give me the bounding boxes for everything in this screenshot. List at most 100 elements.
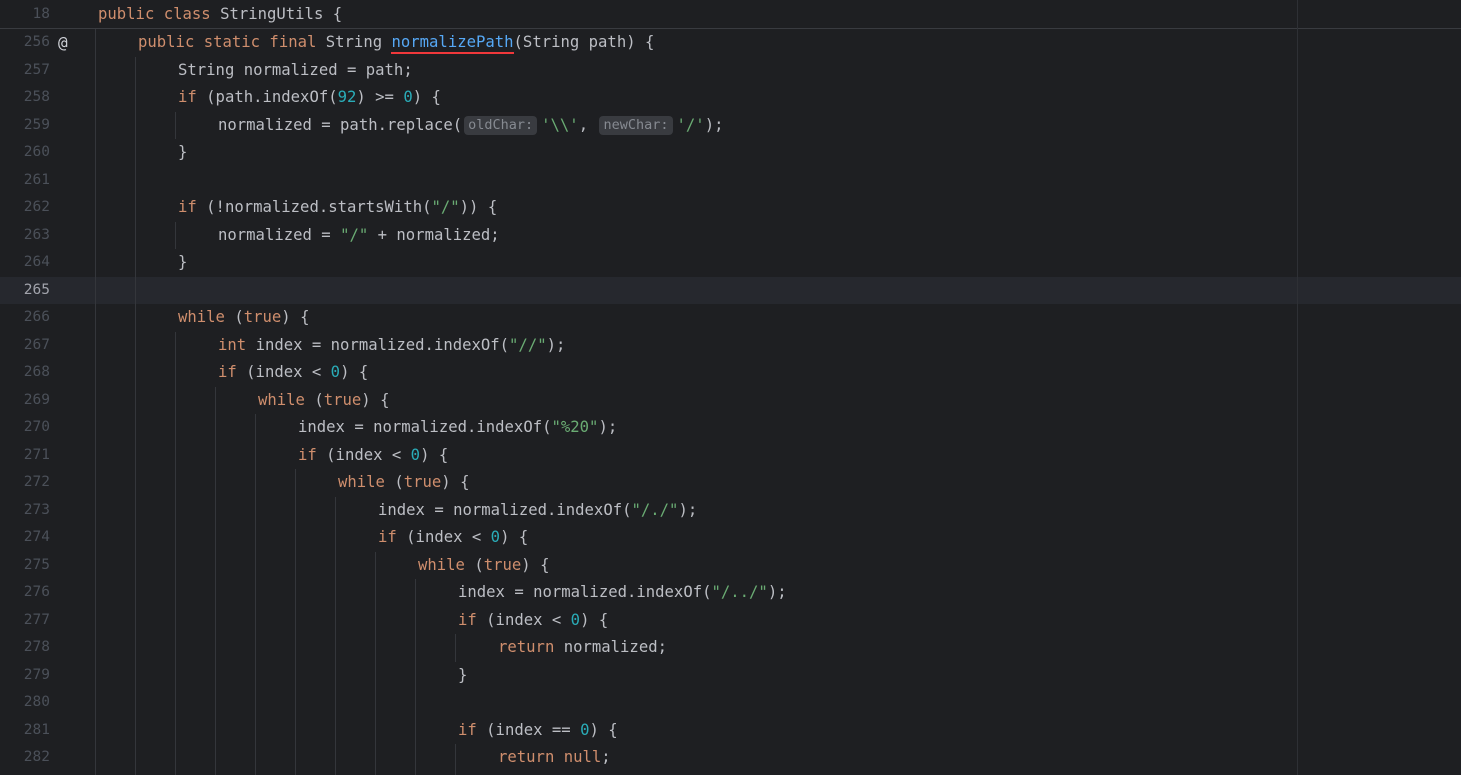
code-line[interactable]: 277 if (index < 0) { <box>0 607 1461 635</box>
code-line[interactable]: 264} <box>0 249 1461 277</box>
code-token: ) { <box>281 308 310 326</box>
line-number: 261 <box>23 171 50 188</box>
line-number: 258 <box>23 89 50 105</box>
line-number: 263 <box>23 226 50 243</box>
code-line-content: if (index == 0) { <box>458 717 618 745</box>
code-line[interactable]: 261 <box>0 167 1461 195</box>
code-line[interactable]: 270 index = normalized.indexOf("%20"); <box>0 414 1461 442</box>
code-line[interactable]: 268 if (index < 0) { <box>0 359 1461 387</box>
code-line-content: public static final String normalizePath… <box>138 29 654 57</box>
code-token: normalized = <box>218 225 341 244</box>
line-number: 273 <box>23 501 50 518</box>
code-token: ) { <box>361 390 390 409</box>
line-number: 256 <box>23 34 50 50</box>
code-line[interactable]: 262 if (!normalized.startsWith("/")) { <box>0 194 1461 222</box>
code-token: ) { <box>340 363 369 381</box>
keyword-token: int <box>218 335 256 354</box>
code-line[interactable]: 278 return normalized; <box>0 634 1461 662</box>
code-line[interactable]: 280 <box>0 689 1461 717</box>
code-line[interactable]: 259 normalized = path.replace(oldChar: '\\… <box>0 112 1461 140</box>
indent-guide <box>95 29 96 775</box>
code-line[interactable]: 257 String normalized = path; <box>0 57 1461 85</box>
code-line-content: return normalized; <box>498 634 667 662</box>
code-line[interactable]: 267 int index = normalized.indexOf("//"); <box>0 332 1461 360</box>
code-token: index = normalized.indexOf( <box>255 335 510 354</box>
code-token: ) { <box>441 473 470 491</box>
code-line-content: index = normalized.indexOf("%20"); <box>298 414 617 442</box>
code-token: ) { <box>589 720 618 739</box>
number-token: 0 <box>330 363 341 381</box>
code-token: (index < <box>326 445 411 464</box>
keyword-token: if <box>178 198 207 216</box>
line-number: 271 <box>23 446 50 463</box>
code-lines[interactable]: 256 @ public static final String normalize… <box>0 29 1461 772</box>
line-number: 277 <box>23 611 50 628</box>
keyword-token: if <box>298 445 327 464</box>
string-token: "/" <box>340 225 369 244</box>
line-number: 259 <box>23 116 50 133</box>
code-line[interactable]: 275 while (true) { <box>0 552 1461 580</box>
keyword-token: if <box>218 363 247 381</box>
code-token: ) >= <box>356 88 404 106</box>
code-line-content: return null; <box>498 744 611 772</box>
code-token: (index < <box>246 363 331 381</box>
keyword-token: true <box>323 390 362 409</box>
code-line[interactable]: 260} <box>0 139 1461 167</box>
keyword-token: true <box>243 308 282 326</box>
override-annotation-icon[interactable]: @ <box>58 29 68 57</box>
code-line[interactable]: 266 while (true) { <box>0 304 1461 332</box>
keyword-token: while <box>418 555 475 574</box>
line-number: 279 <box>23 666 50 683</box>
number-token: 0 <box>410 445 421 464</box>
code-token: ) { <box>420 445 449 464</box>
line-number: 267 <box>23 336 50 353</box>
indent-guide <box>335 496 336 775</box>
keyword-token: true <box>403 473 442 491</box>
code-line[interactable]: 263 normalized = "/" + normalized; <box>0 222 1461 250</box>
code-line[interactable]: 279} <box>0 662 1461 690</box>
code-token: ); <box>546 335 566 354</box>
code-token: String normalized = path; <box>178 60 413 79</box>
code-editor[interactable]: 18 public class StringUtils { 256 @ public… <box>0 0 1461 775</box>
code-line-content: while (true) { <box>418 552 549 580</box>
line-number: 18 <box>32 6 50 22</box>
code-line-content: while (true) { <box>338 469 469 497</box>
code-line[interactable]: 258 if (path.indexOf(92) >= 0) { <box>0 84 1461 112</box>
code-line-content: } <box>178 249 187 277</box>
indent-guide <box>375 551 376 775</box>
string-token: "/../" <box>711 583 768 601</box>
code-line[interactable]: 282 return null; <box>0 744 1461 772</box>
number-token: 0 <box>403 88 413 106</box>
code-line[interactable]: 256 @ public static final String normalize… <box>0 29 1461 57</box>
code-line[interactable]: 269 while (true) { <box>0 387 1461 415</box>
line-number: 260 <box>23 144 50 160</box>
keyword-token: if <box>458 720 487 739</box>
code-line[interactable]: 273 index = normalized.indexOf("/./"); <box>0 497 1461 525</box>
indent-guide <box>175 221 176 249</box>
code-line[interactable]: 281 if (index == 0) { <box>0 717 1461 745</box>
method-name-token[interactable]: normalizePath <box>391 33 514 54</box>
code-line-content: if (index < 0) { <box>298 442 448 470</box>
keyword-token: public static final <box>138 33 326 51</box>
line-number: 278 <box>23 639 50 655</box>
right-margin-guide <box>1297 0 1298 775</box>
number-token: 0 <box>490 528 501 546</box>
line-number: 264 <box>23 254 50 270</box>
code-line-content: if (index < 0) { <box>458 607 608 635</box>
code-line-content: int index = normalized.indexOf("//"); <box>218 332 565 360</box>
code-line-content: if (path.indexOf(92) >= 0) { <box>178 84 441 112</box>
code-token: index = normalized.indexOf( <box>298 418 552 436</box>
code-token: )) { <box>459 198 498 216</box>
code-line[interactable]: 276 index = normalized.indexOf("/../"); <box>0 579 1461 607</box>
keyword-token: while <box>338 473 395 491</box>
code-line[interactable]: 271 if (index < 0) { <box>0 442 1461 470</box>
line-number: 262 <box>23 199 50 215</box>
string-token: "/./" <box>631 500 679 519</box>
code-token: ) { <box>412 88 441 106</box>
code-line[interactable]: 274 if (index < 0) { <box>0 524 1461 552</box>
sticky-scope-header[interactable]: 18 public class StringUtils { <box>0 0 1461 29</box>
code-token: index = normalized.indexOf( <box>458 583 712 601</box>
keyword-token: return <box>498 638 564 656</box>
code-line[interactable]: 272 while (true) { <box>0 469 1461 497</box>
code-line[interactable]: 265 <box>0 276 1461 304</box>
